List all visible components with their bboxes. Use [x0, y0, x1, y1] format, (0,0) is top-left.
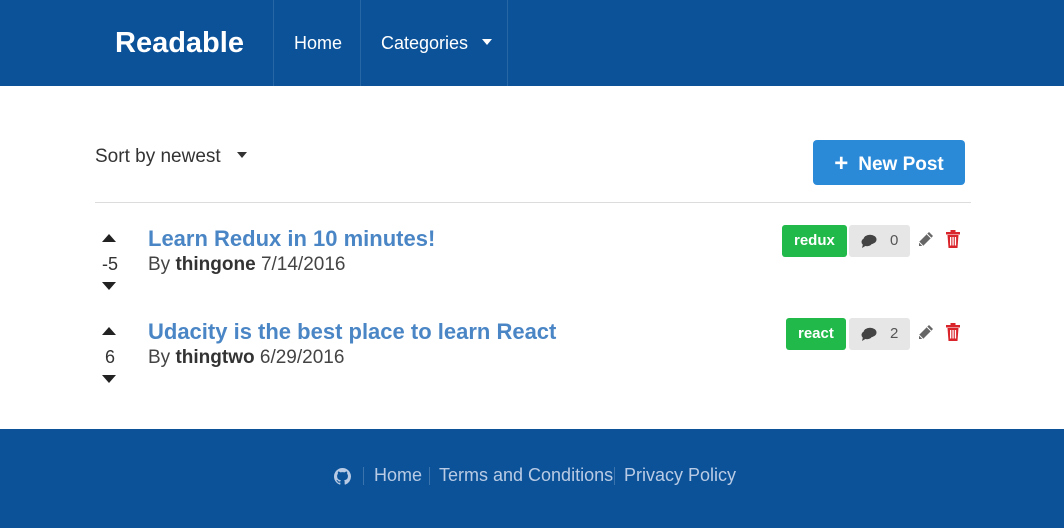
category-badge[interactable]: redux — [782, 225, 847, 257]
post-author: thingtwo — [175, 347, 255, 368]
footer-divider — [429, 467, 430, 485]
upvote-icon[interactable] — [102, 327, 116, 335]
footer-divider — [363, 467, 364, 485]
post-date: 6/29/2016 — [259, 347, 345, 368]
post-byline: By thingone 7/14/2016 — [148, 254, 345, 276]
new-post-button[interactable]: + New Post — [813, 140, 965, 185]
post-date: 7/14/2016 — [260, 254, 346, 275]
footer-terms-link[interactable]: Terms and Conditions — [439, 465, 613, 486]
chevron-down-icon — [236, 151, 247, 158]
post-title-link[interactable]: Learn Redux in 10 minutes! — [148, 226, 435, 252]
upvote-icon[interactable] — [102, 234, 116, 242]
footer-privacy-link[interactable]: Privacy Policy — [624, 465, 736, 486]
byline-prefix: By — [148, 254, 171, 275]
post-title-link[interactable]: Udacity is the best place to learn React — [148, 319, 556, 345]
nav-divider — [360, 0, 361, 86]
vote-score: 6 — [104, 347, 115, 367]
sort-label: Sort by newest — [95, 146, 221, 167]
nav-divider — [273, 0, 274, 86]
footer-home-link[interactable]: Home — [374, 465, 422, 486]
byline-prefix: By — [148, 347, 171, 368]
new-post-label: New Post — [858, 154, 944, 175]
vote-score: -5 — [101, 254, 118, 274]
footer: Home Terms and Conditions Privacy Policy — [0, 429, 1064, 528]
category-badge[interactable]: react — [786, 318, 846, 350]
nav-home-link[interactable]: Home — [294, 0, 342, 86]
comments-icon — [861, 327, 877, 341]
post-item: -5 Learn Redux in 10 minutes! By thingon… — [95, 222, 970, 302]
trash-icon[interactable] — [945, 323, 961, 341]
comment-count: 0 — [890, 232, 899, 249]
trash-icon[interactable] — [945, 230, 961, 248]
plus-icon: + — [834, 150, 849, 177]
top-navbar: Readable Home Categories — [0, 0, 1064, 86]
brand-logo[interactable]: Readable — [115, 0, 244, 86]
downvote-icon[interactable] — [102, 375, 116, 383]
nav-divider — [507, 0, 508, 86]
github-icon[interactable] — [334, 468, 351, 485]
pencil-icon[interactable] — [917, 324, 934, 341]
comments-button[interactable]: 2 — [849, 318, 910, 350]
sort-dropdown[interactable]: Sort by newest — [95, 144, 247, 170]
nav-categories-dropdown[interactable]: Categories — [381, 0, 493, 86]
comment-count: 2 — [890, 325, 899, 342]
comments-button[interactable]: 0 — [849, 225, 910, 257]
chevron-down-icon — [482, 39, 493, 46]
divider — [95, 202, 971, 203]
post-item: 6 Udacity is the best place to learn Rea… — [95, 315, 970, 395]
post-author: thingone — [175, 254, 256, 275]
pencil-icon[interactable] — [917, 231, 934, 248]
downvote-icon[interactable] — [102, 282, 116, 290]
footer-divider — [614, 467, 615, 485]
post-byline: By thingtwo 6/29/2016 — [148, 347, 344, 369]
nav-categories-label: Categories — [381, 33, 469, 53]
comments-icon — [861, 234, 877, 248]
